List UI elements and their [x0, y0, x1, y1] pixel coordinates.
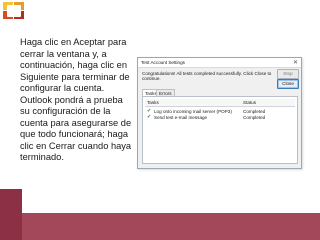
task-name: Log onto incoming mail server (POP3) [154, 108, 232, 114]
column-header-status[interactable]: Status [243, 100, 256, 105]
task-status: Completed [243, 114, 266, 120]
status-message: Congratulations! All tests completed suc… [142, 71, 272, 81]
slide-accent-bar [0, 213, 320, 240]
table-row[interactable]: ✔ Send test e-mail message Completed [145, 114, 295, 120]
list-header: Tasks Status [145, 99, 295, 107]
office-logo-icon [3, 2, 25, 20]
close-button[interactable]: Close [277, 79, 299, 89]
task-name: Send test e-mail message [154, 114, 208, 120]
instruction-text: Haga clic en Aceptar para cerrar la vent… [20, 37, 132, 162]
close-icon[interactable]: ✕ [293, 59, 298, 66]
check-icon: ✔ [147, 114, 152, 120]
slide-accent-block [0, 189, 22, 240]
task-status: Completed [243, 108, 266, 114]
dialog-titlebar: Test Account Settings ✕ [138, 58, 301, 68]
column-header-tasks[interactable]: Tasks [147, 100, 159, 105]
stop-button[interactable]: Stop [277, 69, 299, 79]
test-account-settings-dialog: Test Account Settings ✕ Congratulations!… [137, 57, 302, 169]
dialog-title: Test Account Settings [141, 60, 185, 65]
tasks-panel: Tasks Status ✔ Log onto incoming mail se… [142, 96, 298, 164]
